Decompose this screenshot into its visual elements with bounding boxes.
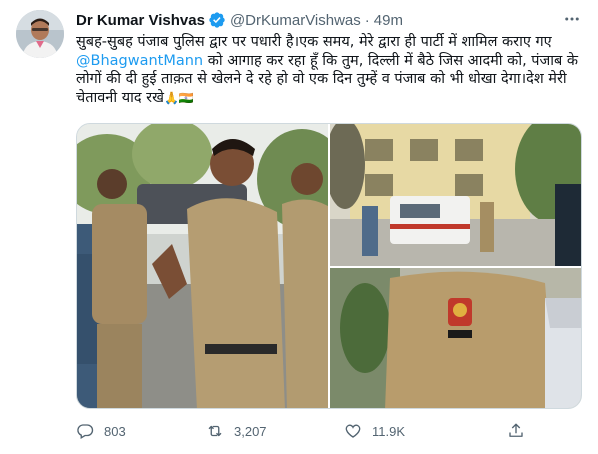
media-grid [76,123,582,409]
photo-officer-closeup[interactable] [330,268,581,408]
photo-police-officers[interactable] [77,124,328,408]
heart-icon [345,424,361,438]
tweet[interactable]: Dr Kumar Vishvas @DrKumarVishwas · 49m स… [0,0,598,454]
more-options-icon[interactable] [558,8,586,30]
share-button[interactable] [507,420,525,442]
verified-badge-icon [208,11,226,29]
author-avatar[interactable] [16,10,64,58]
tweet-header: Dr Kumar Vishvas @DrKumarVishwas · 49m [76,10,403,30]
reply-button[interactable]: 803 [76,420,126,442]
reply-icon [77,424,94,439]
tweet-emojis: 🙏🇮🇳 [163,90,194,105]
header-separator: · [364,11,370,29]
retweet-icon [208,425,222,437]
author-name[interactable]: Dr Kumar Vishvas [76,12,205,29]
retweet-count: 3,207 [234,423,267,439]
like-button[interactable]: 11.9K [344,420,405,442]
reply-count: 803 [104,423,126,439]
mention-link[interactable]: @BhagwantMann [76,53,203,69]
like-count: 11.9K [372,423,406,439]
retweet-button[interactable]: 3,207 [206,420,267,442]
share-icon [509,423,523,437]
author-handle[interactable]: @DrKumarVishwas [230,12,361,29]
tweet-timestamp[interactable]: 49m [374,12,403,29]
tweet-text: सुबह-सुबह पंजाब पुलिस द्वार पर पधारी है।… [76,33,584,107]
tweet-actions: 803 3,207 11.9K [76,420,526,442]
tweet-text-part1: सुबह-सुबह पंजाब पुलिस द्वार पर पधारी है।… [76,34,552,50]
photo-building-police-vehicle[interactable] [330,124,581,266]
